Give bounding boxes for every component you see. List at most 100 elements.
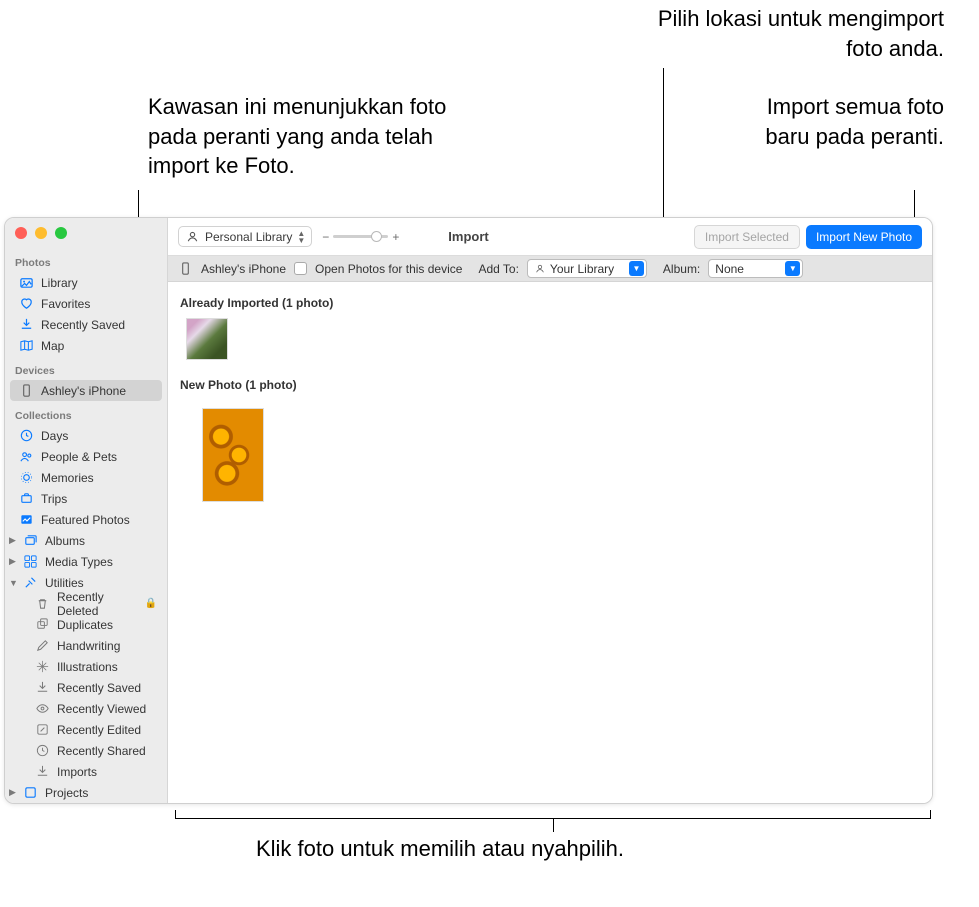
callout-line	[553, 818, 554, 832]
sidebar-item-projects[interactable]: ▶ Projects	[5, 782, 167, 803]
sidebar-item-recently-saved-2[interactable]: Recently Saved	[5, 677, 167, 698]
bracket-line	[175, 810, 176, 818]
sidebar-item-featured[interactable]: Featured Photos	[5, 509, 167, 530]
memories-icon	[19, 470, 34, 485]
sidebar-item-label: Illustrations	[57, 660, 118, 674]
add-to-label: Add To:	[478, 262, 518, 276]
sidebar-item-label: Recently Saved	[41, 318, 125, 332]
open-photos-checkbox[interactable]	[294, 262, 307, 275]
lock-icon: 🔒	[145, 598, 157, 609]
main-pane: Personal Library ▲▼ − + Import Import Se…	[168, 218, 932, 803]
sidebar-item-label: Utilities	[45, 576, 84, 590]
photo-thumbnail[interactable]	[186, 318, 228, 360]
library-selector-label: Personal Library	[205, 230, 292, 244]
sparkle-icon	[35, 659, 50, 674]
sidebar-section-photos: Photos	[5, 248, 167, 272]
download-icon	[35, 680, 50, 695]
stack-icon	[23, 533, 38, 548]
suitcase-icon	[19, 491, 34, 506]
device-name: Ashley's iPhone	[201, 262, 286, 276]
open-photos-label: Open Photos for this device	[315, 262, 462, 276]
person-icon	[185, 229, 200, 244]
sidebar-item-media-types[interactable]: ▶ Media Types	[5, 551, 167, 572]
sidebar-item-library[interactable]: Library	[5, 272, 167, 293]
sidebar-item-days[interactable]: Days	[5, 425, 167, 446]
sidebar-item-handwriting[interactable]: Handwriting	[5, 635, 167, 656]
grid-icon	[23, 554, 38, 569]
projects-icon	[23, 785, 38, 800]
callout-import-all: Import semua foto baru pada peranti.	[724, 92, 944, 151]
library-icon	[19, 275, 34, 290]
zoom-plus-icon: +	[392, 230, 399, 244]
zoom-track[interactable]	[333, 235, 388, 238]
sidebar-item-memories[interactable]: Memories	[5, 467, 167, 488]
sidebar-item-recently-viewed[interactable]: Recently Viewed	[5, 698, 167, 719]
bracket-line	[930, 810, 931, 818]
callout-already-imported: Kawasan ini menunjukkan foto pada perant…	[148, 92, 488, 181]
sidebar-item-label: Recently Saved	[57, 681, 141, 695]
sidebar-item-people[interactable]: People & Pets	[5, 446, 167, 467]
chevron-right-icon: ▶	[9, 535, 18, 546]
dropdown-arrow-icon: ▼	[629, 261, 644, 276]
device-bar: Ashley's iPhone Open Photos for this dev…	[168, 256, 932, 282]
photo-thumbnail[interactable]	[202, 408, 264, 502]
download-icon	[19, 317, 34, 332]
sidebar-item-albums[interactable]: ▶ Albums	[5, 530, 167, 551]
sidebar-item-recently-shared[interactable]: Recently Shared	[5, 740, 167, 761]
sidebar-item-label: People & Pets	[41, 450, 117, 464]
sidebar-item-map[interactable]: Map	[5, 335, 167, 356]
import-new-button[interactable]: Import New Photo	[806, 225, 922, 249]
section-already-imported: Already Imported (1 photo)	[180, 296, 920, 310]
sidebar-item-label: Featured Photos	[41, 513, 130, 527]
page-title: Import	[448, 229, 488, 244]
import-selected-button[interactable]: Import Selected	[694, 225, 800, 249]
phone-icon	[19, 383, 34, 398]
sidebar-item-label: Imports	[57, 765, 97, 779]
close-window-button[interactable]	[15, 227, 27, 239]
featured-icon	[19, 512, 34, 527]
sidebar-item-duplicates[interactable]: Duplicates	[5, 614, 167, 635]
sidebar-item-device[interactable]: Ashley's iPhone	[10, 380, 162, 401]
callout-location: Pilih lokasi untuk mengimport foto anda.	[624, 4, 944, 63]
phone-icon	[178, 261, 193, 276]
tools-icon	[23, 575, 38, 590]
minimize-window-button[interactable]	[35, 227, 47, 239]
sidebar-item-label: Albums	[45, 534, 85, 548]
sidebar-item-illustrations[interactable]: Illustrations	[5, 656, 167, 677]
zoom-slider[interactable]: − +	[322, 230, 399, 244]
sidebar-item-trips[interactable]: Trips	[5, 488, 167, 509]
share-icon	[35, 743, 50, 758]
toolbar: Personal Library ▲▼ − + Import Import Se…	[168, 218, 932, 256]
album-dropdown[interactable]: None ▼	[708, 259, 803, 278]
sidebar-item-label: Duplicates	[57, 618, 113, 632]
eye-icon	[35, 701, 50, 716]
import-icon	[35, 764, 50, 779]
dropdown-arrow-icon: ▼	[785, 261, 800, 276]
sidebar-item-label: Recently Edited	[57, 723, 141, 737]
edit-icon	[35, 722, 50, 737]
duplicate-icon	[35, 617, 50, 632]
sidebar-item-label: Projects	[45, 786, 88, 800]
album-label: Album:	[663, 262, 700, 276]
library-selector[interactable]: Personal Library ▲▼	[178, 226, 312, 247]
add-to-value: Your Library	[550, 262, 614, 276]
sidebar-item-label: Recently Viewed	[57, 702, 146, 716]
sidebar-item-recently-saved[interactable]: Recently Saved	[5, 314, 167, 335]
zoom-window-button[interactable]	[55, 227, 67, 239]
zoom-thumb[interactable]	[371, 231, 382, 242]
callout-select: Klik foto untuk memilih atau nyahpilih.	[240, 834, 640, 864]
add-to-dropdown[interactable]: Your Library ▼	[527, 259, 647, 278]
sidebar-item-label: Recently Shared	[57, 744, 146, 758]
sidebar-item-recently-edited[interactable]: Recently Edited	[5, 719, 167, 740]
sidebar-item-label: Trips	[41, 492, 67, 506]
sidebar-item-label: Days	[41, 429, 68, 443]
sidebar-item-imports[interactable]: Imports	[5, 761, 167, 782]
section-new-photo: New Photo (1 photo)	[180, 378, 920, 392]
sidebar: Photos Library Favorites Recently Saved …	[5, 218, 168, 803]
chevron-down-icon: ▼	[9, 578, 18, 588]
sidebar-item-label: Library	[41, 276, 78, 290]
sidebar-item-favorites[interactable]: Favorites	[5, 293, 167, 314]
sidebar-section-devices: Devices	[5, 356, 167, 380]
zoom-minus-icon: −	[322, 230, 329, 244]
sidebar-item-recently-deleted[interactable]: Recently Deleted 🔒	[5, 593, 167, 614]
